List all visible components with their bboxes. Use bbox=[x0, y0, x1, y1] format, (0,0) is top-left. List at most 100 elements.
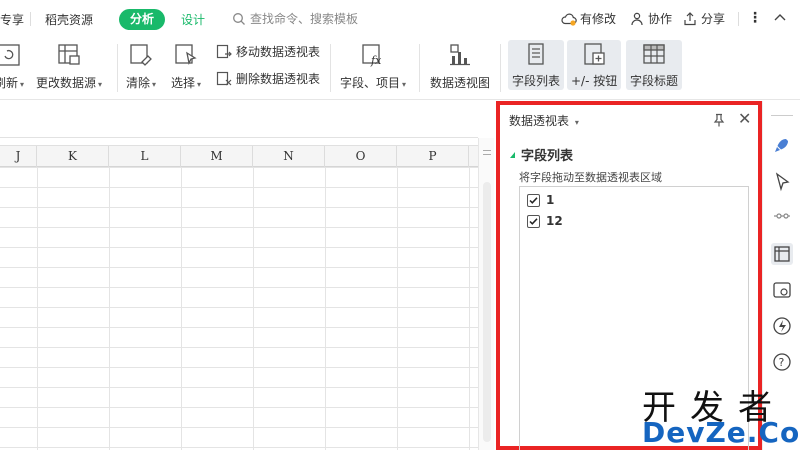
panel-title-dropdown[interactable]: 数据透视表 ▾ bbox=[509, 112, 579, 129]
section-title: 字段列表 bbox=[521, 149, 574, 164]
watermark: 开发者 DevZe.CoM bbox=[640, 380, 800, 450]
field-list-section[interactable]: 字段列表 bbox=[510, 145, 573, 164]
command-search[interactable]: 查找命令、搜索模板 bbox=[232, 10, 358, 27]
field-item[interactable]: 1 bbox=[527, 193, 554, 207]
field-checkbox[interactable] bbox=[527, 193, 540, 207]
pivot-chart-label: 数据透视图 bbox=[430, 76, 491, 90]
clear-button[interactable]: 清除 ▾ bbox=[126, 42, 156, 91]
chart-style-icon[interactable] bbox=[771, 279, 793, 301]
change-source-icon bbox=[58, 44, 80, 65]
field-header-button[interactable]: 字段标题 bbox=[626, 40, 683, 90]
close-icon[interactable]: ✕ bbox=[738, 111, 751, 127]
panel-title: 数据透视表 bbox=[509, 114, 570, 128]
column-header-p[interactable]: P bbox=[397, 146, 469, 168]
column-header-k[interactable]: K bbox=[37, 146, 109, 168]
column-header-row: J K L M N O P bbox=[0, 145, 478, 168]
field-label: 12 bbox=[546, 214, 563, 228]
move-table-icon bbox=[216, 44, 232, 58]
tab-design[interactable]: 设计 bbox=[181, 11, 205, 28]
share-icon bbox=[684, 11, 696, 25]
drag-hint: 将字段拖动至数据透视表区域 bbox=[519, 171, 662, 184]
split-handle-icon[interactable] bbox=[483, 150, 491, 155]
ribbon-divider bbox=[419, 44, 420, 92]
move-pivot-label: 移动数据透视表 bbox=[236, 45, 321, 59]
cloud-sync-icon bbox=[561, 13, 577, 26]
column-header-n[interactable]: N bbox=[253, 146, 325, 168]
field-list-icon bbox=[528, 43, 544, 65]
more-menu-icon[interactable]: ⋮ bbox=[748, 10, 762, 26]
vertical-scrollbar[interactable] bbox=[478, 138, 494, 450]
move-pivot-button[interactable]: 移动数据透视表 bbox=[216, 43, 320, 60]
column-header-m[interactable]: M bbox=[181, 146, 253, 168]
collab-button[interactable]: 协作 bbox=[629, 10, 672, 27]
select-button[interactable]: 选择 ▾ bbox=[171, 42, 201, 91]
plus-minus-icon bbox=[584, 43, 605, 65]
grid-column-line bbox=[109, 167, 110, 450]
refresh-label: 刷新 bbox=[0, 76, 19, 90]
ribbon-divider bbox=[117, 44, 118, 92]
pin-icon[interactable] bbox=[712, 113, 726, 127]
tab-exclusive[interactable]: 专享 bbox=[0, 11, 24, 28]
plus-minus-label: +/- 按钮 bbox=[571, 74, 618, 88]
cell-grid[interactable] bbox=[0, 167, 478, 450]
field-item[interactable]: 12 bbox=[527, 214, 563, 228]
chevron-up-icon bbox=[774, 14, 786, 21]
change-source-button[interactable]: 更改数据源 ▾ bbox=[36, 42, 102, 91]
menu-tab-bar: 专享 稻壳资源 分析 设计 查找命令、搜索模板 有修改 协作 分享 ⋮ bbox=[0, 0, 800, 38]
formula-fx-icon: fx bbox=[362, 44, 382, 67]
slider-adjust-icon[interactable] bbox=[771, 205, 793, 227]
pivot-chart-button[interactable]: 数据透视图 bbox=[430, 42, 490, 91]
cursor-icon[interactable] bbox=[771, 171, 793, 193]
collab-label: 协作 bbox=[648, 12, 673, 26]
ribbon-divider bbox=[330, 44, 331, 92]
lightning-icon[interactable] bbox=[771, 315, 793, 337]
grid-column-line bbox=[181, 167, 182, 450]
change-source-label: 更改数据源 bbox=[36, 76, 97, 90]
ribbon-toolbar: 刷新 ▾ 更改数据源 ▾ 清除 ▾ 选择 ▾ 移动数据透视表 删除数据透视表 fx 字段… bbox=[0, 38, 800, 100]
grid-column-line bbox=[397, 167, 398, 450]
grid-column-line bbox=[469, 167, 470, 450]
field-header-label: 字段标题 bbox=[630, 74, 679, 88]
field-label: 1 bbox=[546, 193, 555, 207]
svg-text:?: ? bbox=[779, 356, 785, 369]
formula-bar[interactable] bbox=[0, 108, 478, 138]
rocket-icon[interactable] bbox=[771, 135, 793, 157]
share-label: 分享 bbox=[701, 12, 726, 26]
caret-icon: ▾ bbox=[574, 118, 579, 127]
column-header-o[interactable]: O bbox=[325, 146, 397, 168]
select-label: 选择 bbox=[171, 76, 196, 90]
ribbon-divider bbox=[500, 44, 501, 92]
field-header-icon bbox=[643, 44, 665, 64]
pivot-field-icon[interactable] bbox=[771, 243, 793, 265]
field-list-label: 字段列表 bbox=[512, 74, 561, 88]
column-header-l[interactable]: L bbox=[109, 146, 181, 168]
refresh-icon bbox=[0, 44, 20, 66]
tab-analyze[interactable]: 分析 bbox=[119, 9, 166, 30]
grid-column-line bbox=[37, 167, 38, 450]
expand-triangle-icon bbox=[510, 151, 515, 158]
collapse-ribbon-icon[interactable] bbox=[772, 10, 788, 26]
clear-icon bbox=[130, 44, 152, 66]
scrollbar-thumb[interactable] bbox=[483, 182, 491, 442]
field-checkbox[interactable] bbox=[527, 214, 540, 228]
refresh-button[interactable]: 刷新 ▾ bbox=[0, 42, 24, 91]
strip-divider bbox=[771, 115, 793, 116]
tab-docer-resources[interactable]: 稻壳资源 bbox=[45, 11, 93, 28]
app-window: 专享 稻壳资源 分析 设计 查找命令、搜索模板 有修改 协作 分享 ⋮ 刷新 ▾… bbox=[0, 0, 800, 450]
caret-icon: ▾ bbox=[402, 80, 407, 89]
select-icon bbox=[175, 44, 197, 65]
column-header-j[interactable]: J bbox=[0, 146, 37, 168]
modified-status[interactable]: 有修改 bbox=[561, 10, 616, 27]
share-button[interactable]: 分享 bbox=[682, 10, 725, 27]
delete-pivot-label: 删除数据透视表 bbox=[236, 72, 321, 86]
grid-column-line bbox=[253, 167, 254, 450]
field-item-button[interactable]: fx 字段、项目 ▾ bbox=[340, 42, 406, 91]
help-icon[interactable]: ? bbox=[771, 351, 793, 373]
delete-pivot-button[interactable]: 删除数据透视表 bbox=[216, 70, 320, 87]
grid-column-line bbox=[325, 167, 326, 450]
check-icon bbox=[529, 217, 538, 225]
clear-label: 清除 bbox=[126, 76, 151, 90]
plus-minus-button[interactable]: +/- 按钮 bbox=[567, 40, 622, 90]
field-list-button[interactable]: 字段列表 bbox=[508, 40, 565, 90]
field-item-label: 字段、项目 bbox=[340, 76, 401, 90]
